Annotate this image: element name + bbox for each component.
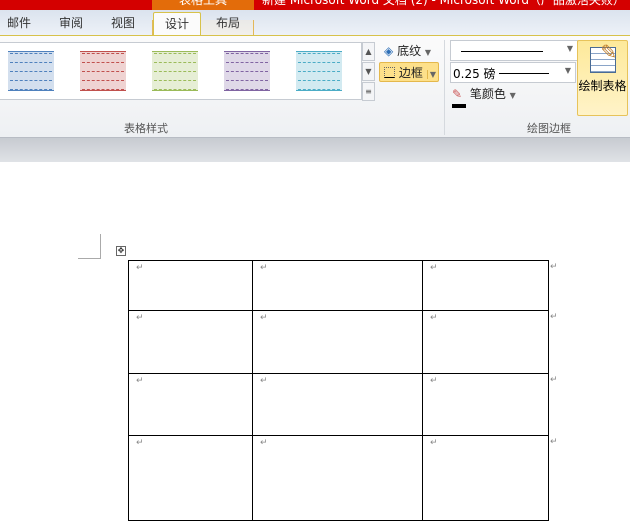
table-row: ↵ ↵ ↵ [128,260,549,311]
paint-bucket-icon: ◈ [384,44,394,58]
table-cell[interactable]: ↵ [422,435,549,521]
table-cell[interactable]: ↵ [128,310,253,374]
line-style-select[interactable]: ▼ [450,40,578,61]
chevron-down-icon: ▼ [564,66,571,75]
table-styles-gallery [0,42,362,100]
table-cell[interactable]: ↵ [128,435,253,521]
table-row: ↵ ↵ ↵ [128,373,549,436]
draw-table-label: 绘制表格 [578,79,627,93]
table-style-option[interactable] [80,51,126,91]
table-row: ↵ ↵ ↵ [128,310,549,374]
borders-label: 边框 [398,66,423,80]
tab-view[interactable]: 视图 [102,12,144,36]
borders-button[interactable]: 边框 ▼ [379,62,439,82]
chevron-down-icon: ▼ [424,48,432,57]
table-cell[interactable]: ↵ [252,373,423,436]
line-weight-value: 0.25 磅 [453,67,496,81]
margin-corner-mark [78,234,101,259]
table-style-option[interactable] [296,51,342,91]
row-end-mark: ↵ [550,437,558,447]
document-page: ✥ ↵ ↵ ↵ ↵ ↵ ↵ ↵ ↵ ↵ ↵ ↵ ↵ ↵ ↵ ↵ ↵ [0,162,630,525]
row-end-mark: ↵ [550,262,558,272]
table-cell[interactable]: ↵ [422,260,549,311]
draw-borders-group-label: 绘图边框 [527,122,571,135]
pen-color-button[interactable]: ✎ 笔颜色 ▼ [452,84,516,108]
ribbon: ▲ ▼ ≡ 表格样式 ◈ 底纹 ▼ 边框 ▼ ▼ 0.25 磅 ▼ ✎ 笔颜色 ▼ … [0,35,630,138]
ribbon-tabs: 邮件 审阅 视图 设计 布局 [0,10,630,46]
chevron-down-icon: ▼ [509,91,516,100]
draw-table-icon: ✎ [589,40,617,73]
tab-design[interactable]: 设计 [153,12,201,37]
gallery-more-button[interactable]: ≡ [362,82,375,101]
table-cell[interactable]: ↵ [128,260,253,311]
document-table: ↵ ↵ ↵ ↵ ↵ ↵ ↵ ↵ ↵ ↵ ↵ ↵ [128,260,549,521]
border-icon [384,67,395,78]
table-styles-group-label: 表格样式 [124,122,168,135]
table-style-option[interactable] [224,51,270,91]
table-style-option[interactable] [8,51,54,91]
table-cell[interactable]: ↵ [128,373,253,436]
table-cell[interactable]: ↵ [252,310,423,374]
title-bar: 表格工具 新建 Microsoft Word 文档 (2) - Microsof… [0,0,630,10]
table-cell[interactable]: ↵ [422,310,549,374]
chevron-down-icon: ▼ [426,70,436,79]
pen-icon: ✎ [452,84,466,108]
table-cell[interactable]: ↵ [422,373,549,436]
shading-label: 底纹 [397,44,422,58]
window-title: 新建 Microsoft Word 文档 (2) - Microsoft Wor… [262,0,625,7]
table-move-handle[interactable]: ✥ [116,246,126,256]
table-row: ↵ ↵ ↵ [128,435,549,521]
shading-button[interactable]: ◈ 底纹 ▼ [384,41,431,61]
context-tab-title: 表格工具 [152,0,254,10]
row-end-mark: ↵ [550,312,558,322]
gallery-down-button[interactable]: ▼ [362,62,375,81]
table-style-option[interactable] [152,51,198,91]
table-cell[interactable]: ↵ [252,260,423,311]
pen-color-label: 笔颜色 [469,87,506,101]
table-cell[interactable]: ↵ [252,435,423,521]
ruler-area [0,138,630,162]
tab-mailings[interactable]: 邮件 [0,12,38,36]
chevron-down-icon: ▼ [566,44,573,53]
gallery-up-button[interactable]: ▲ [362,42,375,61]
tab-review[interactable]: 审阅 [50,12,92,36]
draw-table-button[interactable]: ✎ 绘制表格 [577,40,628,116]
line-weight-select[interactable]: 0.25 磅 ▼ [450,62,576,83]
tab-layout[interactable]: 布局 [205,12,251,36]
row-end-mark: ↵ [550,375,558,385]
